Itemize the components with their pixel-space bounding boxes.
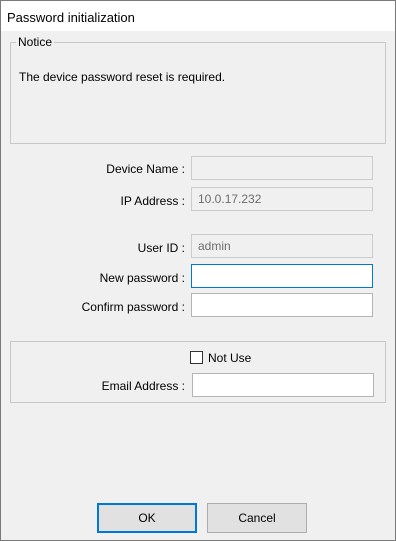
new-password-label: New password :: [99, 271, 185, 285]
user-id-field: admin: [191, 234, 373, 258]
confirm-password-label: Confirm password :: [81, 300, 185, 314]
title-bar[interactable]: Password initialization: [1, 1, 395, 31]
ok-button[interactable]: OK: [97, 503, 197, 533]
notice-message: The device password reset is required.: [19, 70, 226, 84]
email-address-field[interactable]: [192, 373, 374, 397]
window-title: Password initialization: [7, 10, 135, 25]
confirm-password-field[interactable]: [191, 293, 373, 317]
notice-group: Notice The device password reset is requ…: [10, 35, 386, 144]
new-password-field[interactable]: [191, 264, 373, 288]
notice-legend: Notice: [16, 35, 55, 49]
cancel-button[interactable]: Cancel: [207, 503, 307, 533]
ip-address-field: 10.0.17.232: [191, 187, 373, 211]
device-name-label: Device Name :: [106, 162, 185, 176]
email-group: Not Use Email Address :: [10, 341, 386, 403]
user-id-label: User ID :: [137, 241, 185, 255]
not-use-checkbox[interactable]: [190, 351, 203, 364]
password-init-dialog: Password initialization Notice The devic…: [0, 0, 396, 541]
not-use-label[interactable]: Not Use: [208, 351, 251, 365]
ip-address-label: IP Address :: [120, 194, 185, 208]
device-name-field: [191, 156, 373, 180]
email-address-label: Email Address :: [101, 379, 185, 393]
